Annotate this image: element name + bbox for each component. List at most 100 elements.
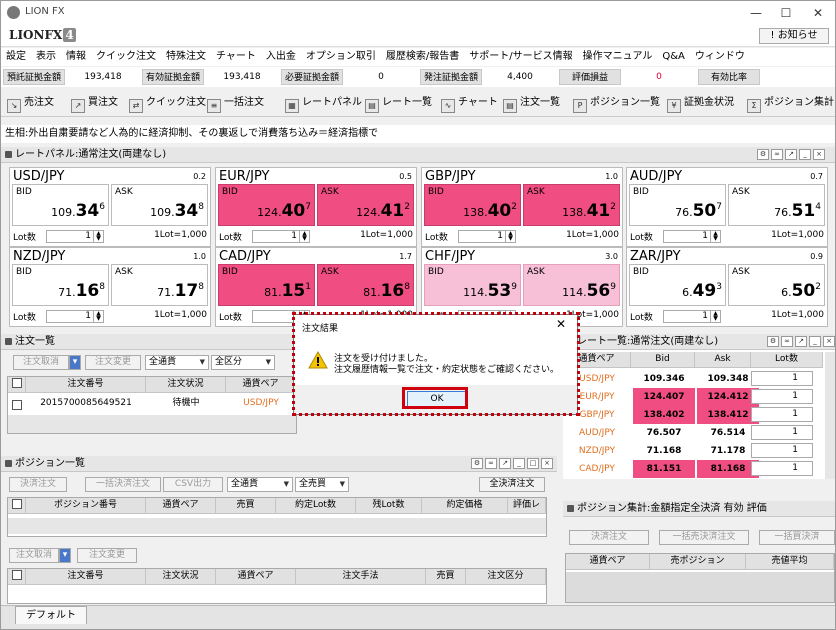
- ask-button[interactable]: ASK 71.178: [111, 264, 208, 306]
- position-summary-button[interactable]: Σ ポジション集計: [747, 95, 834, 113]
- pin-icon[interactable]: ↗: [795, 336, 807, 347]
- position-side-select[interactable]: 全売買: [295, 477, 349, 492]
- ask-cell[interactable]: 71.178: [697, 442, 759, 460]
- minimize-panel-icon[interactable]: _: [799, 149, 811, 160]
- menu-view[interactable]: 表示: [31, 48, 61, 66]
- order-modify-button[interactable]: 注文変更: [85, 355, 141, 370]
- ask-button[interactable]: ASK 124.412: [317, 184, 414, 226]
- rate-list-button[interactable]: ▤ レート一覧: [365, 95, 432, 113]
- lot-stepper[interactable]: 1▲▼: [663, 230, 721, 243]
- stepper-arrows-icon[interactable]: ▲▼: [299, 231, 309, 242]
- lot-stepper[interactable]: 1▲▼: [663, 310, 721, 323]
- csv-export-button[interactable]: CSV出力: [163, 477, 223, 492]
- ask-button[interactable]: ASK 81.168: [317, 264, 414, 306]
- close-panel-icon[interactable]: ×: [813, 149, 825, 160]
- ask-button[interactable]: ASK 114.569: [523, 264, 620, 306]
- ask-button[interactable]: ASK 6.502: [728, 264, 825, 306]
- close-panel-icon[interactable]: ×: [823, 336, 835, 347]
- menu-deposit[interactable]: 入出金: [261, 48, 301, 66]
- lot-stepper[interactable]: 1▲▼: [46, 230, 104, 243]
- ask-button[interactable]: ASK 109.348: [111, 184, 208, 226]
- ask-cell[interactable]: 109.348: [697, 370, 759, 388]
- close-panel-icon[interactable]: ×: [541, 458, 553, 469]
- order-type-select[interactable]: 全区分: [211, 355, 275, 370]
- ask-cell[interactable]: 138.412: [697, 406, 759, 424]
- bid-cell[interactable]: 81.151: [633, 460, 695, 478]
- close-window-button[interactable]: ✕: [803, 1, 833, 25]
- ask-button[interactable]: ASK 138.412: [523, 184, 620, 226]
- bid-button[interactable]: BID 6.493: [629, 264, 726, 306]
- menu-info[interactable]: 情報: [61, 48, 91, 66]
- summary-settle-button[interactable]: 決済注文: [569, 530, 649, 545]
- table-row[interactable]: 201570008564952​1 待機中 USD/JPY: [8, 394, 296, 412]
- menu-manual[interactable]: 操作マニュアル: [578, 48, 658, 66]
- menu-settings[interactable]: 設定: [1, 48, 31, 66]
- position-list-button[interactable]: P ポジション一覧: [573, 95, 660, 113]
- order-grid-scrollbar[interactable]: [8, 415, 296, 433]
- ask-button[interactable]: ASK 76.514: [728, 184, 825, 226]
- lot-stepper[interactable]: 1: [751, 443, 813, 458]
- bid-button[interactable]: BID 138.402: [424, 184, 521, 226]
- ask-cell[interactable]: 81.168: [697, 460, 759, 478]
- position-currency-select[interactable]: 全通貨: [227, 477, 293, 492]
- rate-list-row[interactable]: USD/JPY 109.346 109.348 1: [563, 370, 833, 388]
- lot-stepper[interactable]: 1: [751, 371, 813, 386]
- pin-icon[interactable]: ↗: [785, 149, 797, 160]
- stepper-arrows-icon[interactable]: ▲▼: [710, 231, 720, 242]
- select-all-checkbox[interactable]: [11, 570, 22, 580]
- margin-status-button[interactable]: ¥ 証拠金状況: [667, 95, 734, 113]
- menu-options[interactable]: オプション取引: [301, 48, 381, 66]
- row-checkbox[interactable]: [12, 400, 22, 410]
- bid-button[interactable]: BID 114.539: [424, 264, 521, 306]
- lot-stepper[interactable]: 1: [751, 389, 813, 404]
- rate-list-row[interactable]: EUR/JPY 124.407 124.412 1: [563, 388, 833, 406]
- stepper-arrows-icon[interactable]: ▲▼: [93, 311, 103, 322]
- menu-support[interactable]: サポート/サービス情報: [464, 48, 577, 66]
- pin-icon[interactable]: ↗: [499, 458, 511, 469]
- order-cancel-button-2[interactable]: 注文取消: [9, 548, 59, 563]
- select-all-checkbox[interactable]: [11, 378, 22, 388]
- lot-stepper[interactable]: 1▲▼: [252, 230, 310, 243]
- settings-gear-icon[interactable]: ⚙: [471, 458, 483, 469]
- bid-cell[interactable]: 124.407: [633, 388, 695, 406]
- bid-button[interactable]: BID 124.407: [218, 184, 315, 226]
- chart-button[interactable]: ∿ チャート: [441, 95, 498, 113]
- bid-button[interactable]: BID 81.151: [218, 264, 315, 306]
- lot-stepper[interactable]: 1: [751, 407, 813, 422]
- settings-gear-icon[interactable]: ⚙: [767, 336, 779, 347]
- ask-cell[interactable]: 76.514: [697, 424, 759, 442]
- order-modify-button-2[interactable]: 注文変更: [77, 548, 137, 563]
- bulk-settle-button[interactable]: 一括決済注文: [85, 477, 161, 492]
- stepper-arrows-icon[interactable]: ▲▼: [93, 231, 103, 242]
- bid-cell[interactable]: 109.346: [633, 370, 695, 388]
- bid-cell[interactable]: 138.402: [633, 406, 695, 424]
- stepper-arrows-icon[interactable]: ▲▼: [505, 231, 515, 242]
- quick-order-button[interactable]: ⇄ クイック注文: [129, 95, 206, 113]
- lot-stepper[interactable]: 1▲▼: [46, 310, 104, 323]
- minimize-panel-icon[interactable]: _: [513, 458, 525, 469]
- bid-button[interactable]: BID 109.346: [12, 184, 109, 226]
- rate-list-row[interactable]: GBP/JPY 138.402 138.412 1: [563, 406, 833, 424]
- order-cancel-button[interactable]: 注文取消: [13, 355, 69, 370]
- position-grid-scrollbar[interactable]: [8, 518, 546, 534]
- link-icon[interactable]: ∞: [781, 336, 793, 347]
- rate-list-row[interactable]: AUD/JPY 76.507 76.514 1: [563, 424, 833, 442]
- minimize-panel-icon[interactable]: _: [809, 336, 821, 347]
- bulk-sell-settle-button[interactable]: 一括売決済注文: [659, 530, 749, 545]
- lot-stepper[interactable]: 1: [751, 425, 813, 440]
- rate-list-row[interactable]: CAD/JPY 81.151 81.168 1: [563, 460, 833, 478]
- maximize-button[interactable]: ☐: [771, 1, 801, 25]
- bulk-order-button[interactable]: ≡ 一括注文: [207, 95, 264, 113]
- menu-qa[interactable]: Q&A: [657, 48, 690, 66]
- bid-cell[interactable]: 71.168: [633, 442, 695, 460]
- order-list-button[interactable]: ▤ 注文一覧: [503, 95, 560, 113]
- ask-cell[interactable]: 124.412: [697, 388, 759, 406]
- sell-order-button[interactable]: ↘ 売注文: [7, 95, 54, 113]
- stepper-arrows-icon[interactable]: ▲▼: [710, 311, 720, 322]
- link-icon[interactable]: ∞: [485, 458, 497, 469]
- menu-special-order[interactable]: 特殊注文: [161, 48, 211, 66]
- rate-list-row[interactable]: NZD/JPY 71.168 71.178 1: [563, 442, 833, 460]
- bid-cell[interactable]: 76.507: [633, 424, 695, 442]
- settings-gear-icon[interactable]: ⚙: [757, 149, 769, 160]
- tab-default[interactable]: デフォルト: [15, 606, 87, 624]
